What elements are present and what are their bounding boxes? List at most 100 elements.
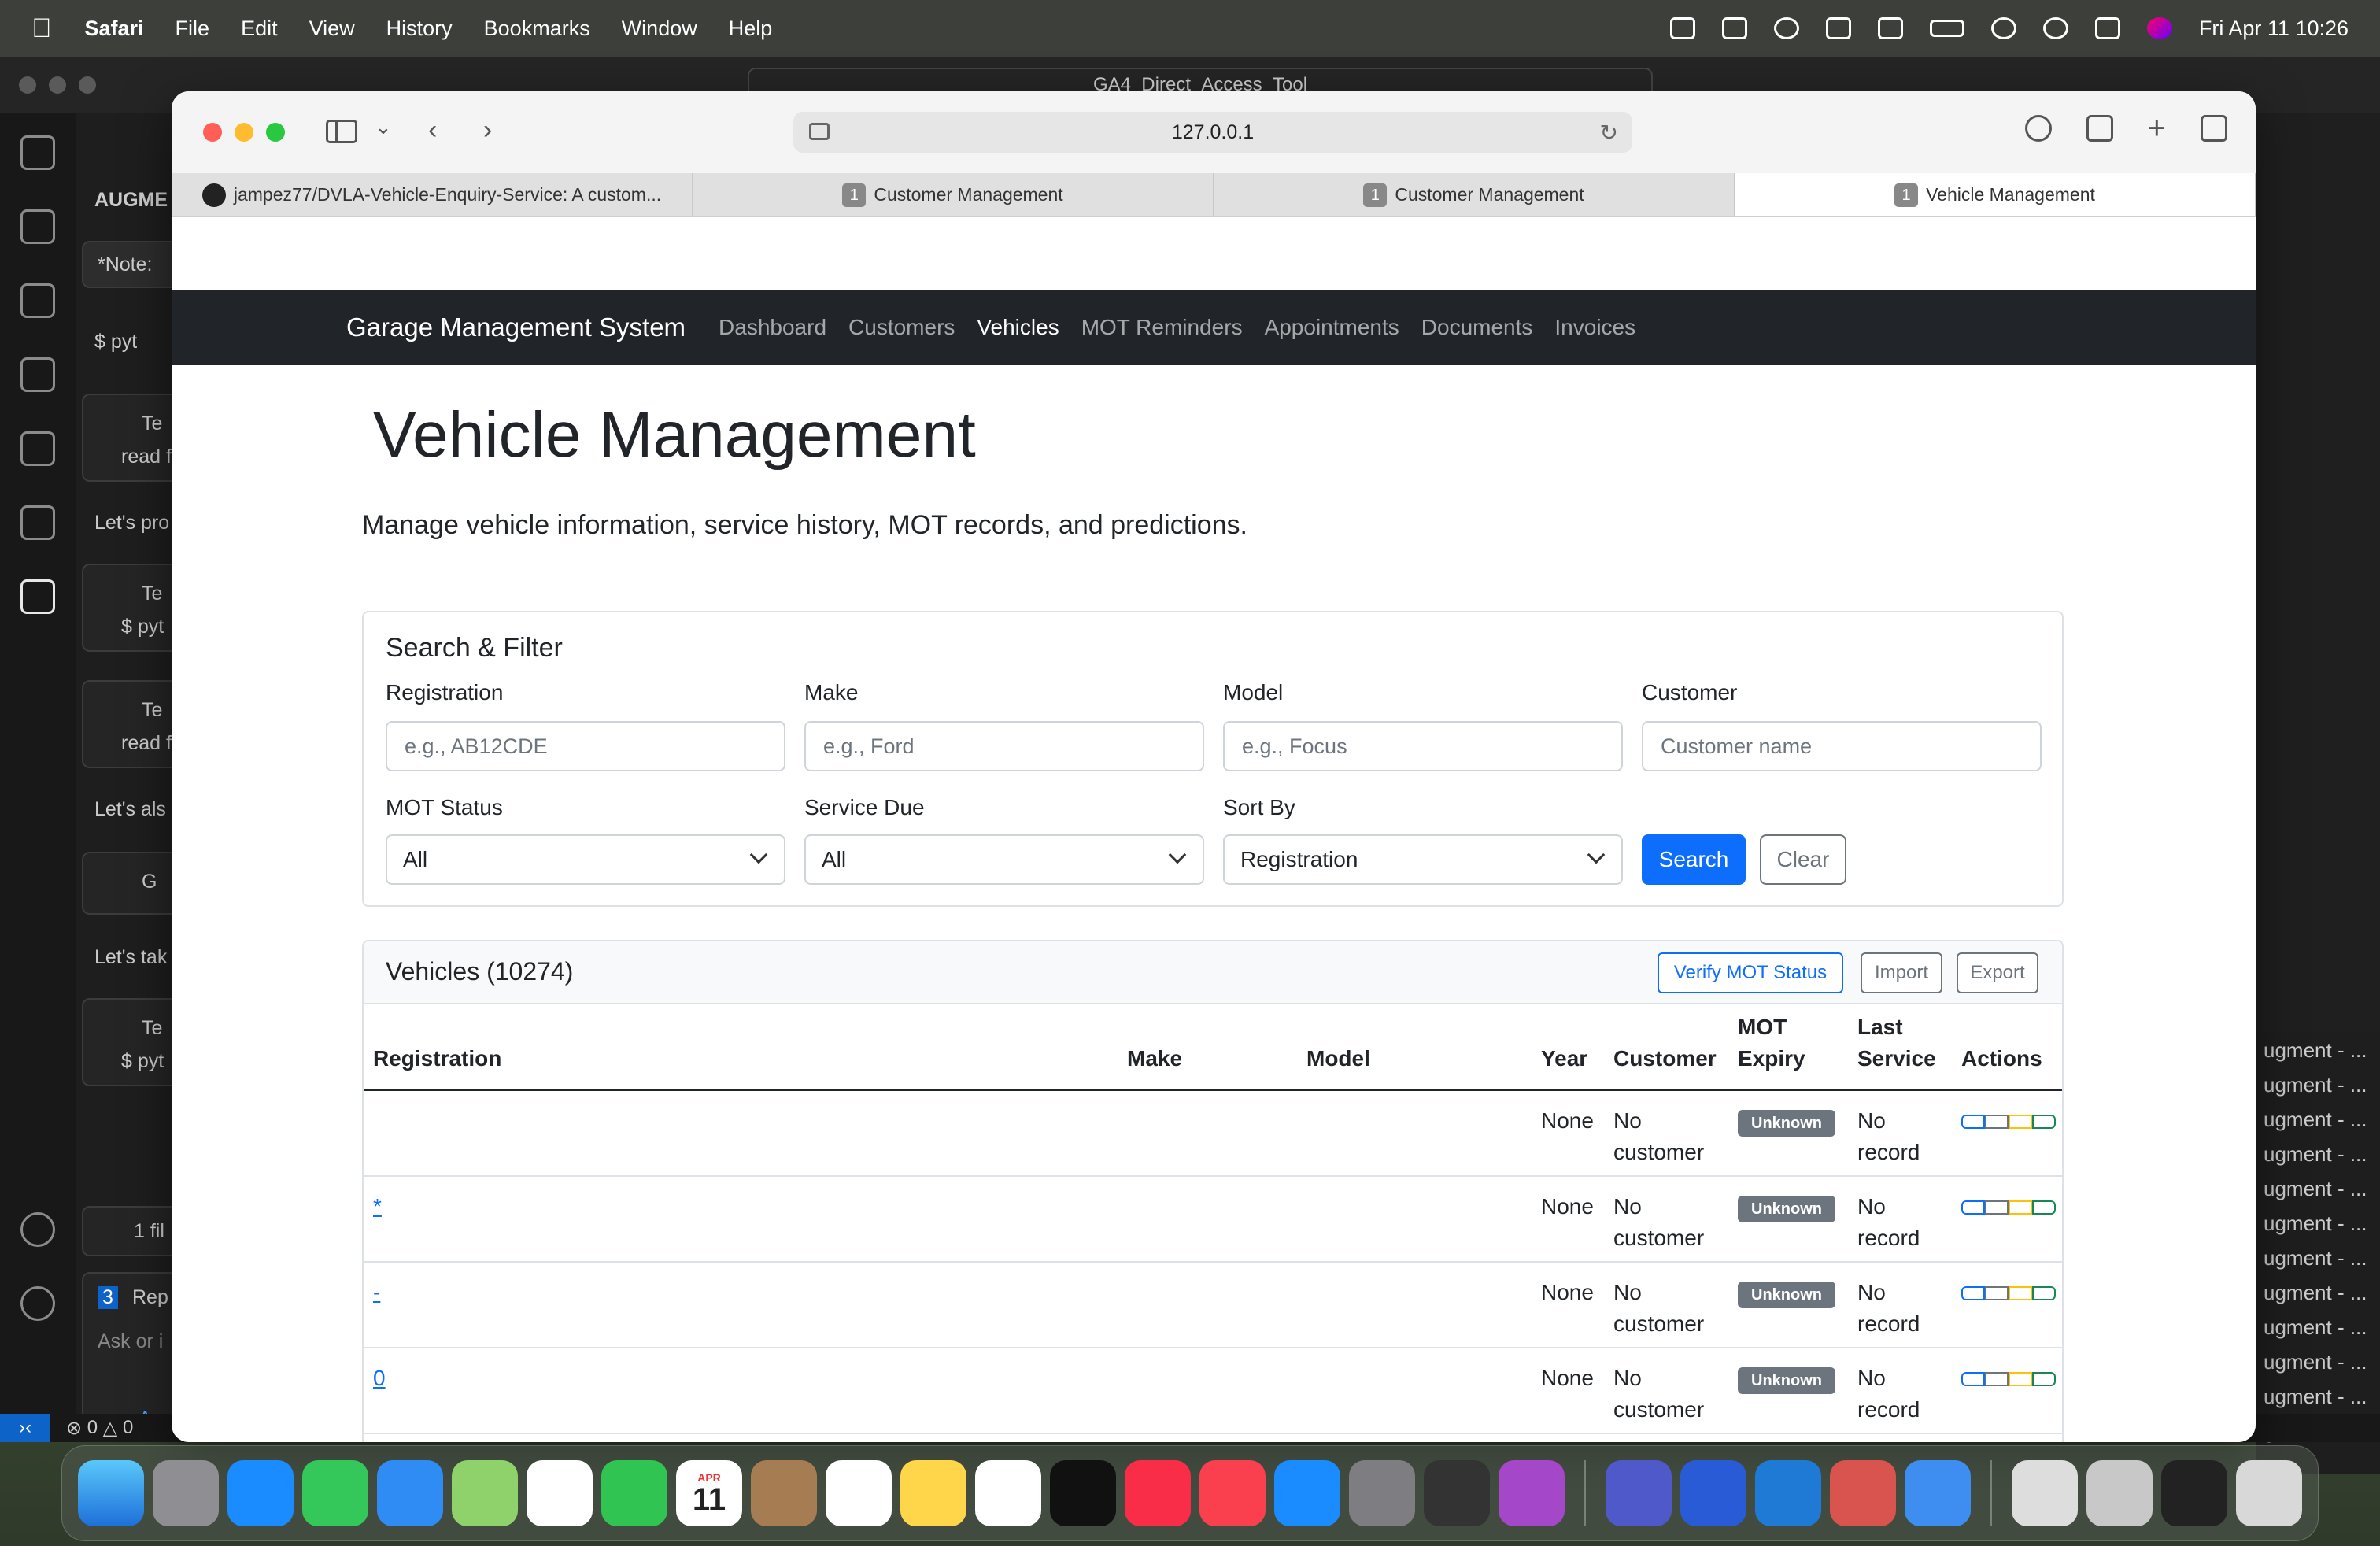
cell-registration[interactable]: * bbox=[373, 1191, 382, 1222]
make-input[interactable]: e.g., Ford bbox=[804, 721, 1204, 771]
downloads-stack-icon[interactable] bbox=[2086, 1460, 2153, 1526]
menu-edit[interactable]: Edit bbox=[241, 17, 278, 41]
apple-menu-icon[interactable]:  bbox=[31, 13, 52, 44]
photos-icon[interactable] bbox=[527, 1460, 593, 1526]
finder-icon[interactable] bbox=[78, 1460, 144, 1526]
tab-overview-icon[interactable] bbox=[2201, 115, 2227, 142]
maps-icon[interactable] bbox=[452, 1460, 518, 1526]
chat-input-card[interactable]: 3 Rep Ask or i Ag bbox=[82, 1272, 178, 1420]
view-button[interactable] bbox=[1961, 1115, 1985, 1129]
edit-button[interactable] bbox=[1985, 1372, 2009, 1386]
freeform-icon[interactable] bbox=[975, 1460, 1041, 1526]
col-make[interactable]: Make bbox=[1127, 1043, 1182, 1074]
view-button[interactable] bbox=[1961, 1286, 1985, 1300]
mot-button[interactable] bbox=[2009, 1200, 2032, 1215]
view-button[interactable] bbox=[1961, 1372, 1985, 1386]
cell-registration[interactable]: - bbox=[373, 1277, 380, 1308]
system-settings-icon[interactable] bbox=[1349, 1460, 1415, 1526]
tab-customer-management[interactable]: 1 Customer Management bbox=[693, 173, 1214, 216]
error-icon[interactable]: ⊗ bbox=[66, 1417, 87, 1440]
teams-status-icon[interactable] bbox=[1773, 17, 1799, 39]
export-button[interactable]: Export bbox=[1957, 952, 2038, 993]
terminal-list-item[interactable]: ugment - ... bbox=[2256, 1137, 2380, 1171]
edit-button[interactable] bbox=[1985, 1115, 2009, 1129]
terminal-list-item[interactable]: ugment - ... bbox=[2256, 1067, 2380, 1102]
terminal-card[interactable]: Te $ pyt bbox=[82, 998, 178, 1086]
vscode-icon[interactable] bbox=[1755, 1460, 1821, 1526]
augment-icon[interactable] bbox=[20, 579, 55, 614]
teams-icon[interactable] bbox=[1606, 1460, 1672, 1526]
model-input[interactable]: e.g., Focus bbox=[1223, 721, 1623, 771]
service-button[interactable] bbox=[2032, 1115, 2056, 1129]
zoom-button[interactable] bbox=[266, 123, 285, 142]
menu-app-name[interactable]: Safari bbox=[85, 17, 144, 41]
vscode-zoom-button[interactable] bbox=[79, 76, 96, 94]
terminal-list-item[interactable]: ugment - ... bbox=[2256, 1344, 2380, 1379]
nav-vehicles[interactable]: Vehicles bbox=[977, 315, 1059, 340]
menu-bar-clock[interactable]: Fri Apr 11 10:26 bbox=[2199, 17, 2349, 41]
image-capture-icon[interactable] bbox=[1825, 17, 1851, 39]
terminal-card[interactable]: Te read f bbox=[82, 680, 178, 768]
contacts-icon[interactable] bbox=[751, 1460, 817, 1526]
sort-by-select[interactable]: Registration bbox=[1223, 834, 1623, 885]
service-button[interactable] bbox=[2032, 1372, 2056, 1386]
address-bar-url[interactable]: 127.0.0.1 bbox=[1172, 121, 1254, 144]
settings-gear-icon[interactable] bbox=[20, 1286, 55, 1321]
service-due-select[interactable]: All bbox=[804, 834, 1204, 885]
menu-file[interactable]: File bbox=[176, 17, 210, 41]
account-icon[interactable] bbox=[20, 1212, 55, 1247]
nav-customers[interactable]: Customers bbox=[848, 315, 955, 340]
minimize-button[interactable] bbox=[235, 123, 253, 142]
vscode-close-button[interactable] bbox=[19, 76, 36, 94]
control-center-icon[interactable] bbox=[2094, 17, 2120, 39]
page-menu-icon[interactable] bbox=[809, 123, 830, 140]
warning-icon[interactable]: △ bbox=[98, 1417, 123, 1440]
remote-indicator-icon[interactable]: ›‹ bbox=[0, 1414, 50, 1442]
back-icon[interactable]: ‹ bbox=[428, 115, 437, 146]
menu-window[interactable]: Window bbox=[622, 17, 697, 41]
col-last-service[interactable]: Last Service bbox=[1857, 1012, 1944, 1074]
registration-link[interactable]: - bbox=[373, 1280, 380, 1304]
service-button[interactable] bbox=[2032, 1286, 2056, 1300]
terminal-list-item[interactable]: ugment - ... bbox=[2256, 1206, 2380, 1241]
facetime-icon[interactable] bbox=[601, 1460, 667, 1526]
terminal-list-item[interactable]: ugment - ... bbox=[2256, 1275, 2380, 1310]
new-tab-icon[interactable]: + bbox=[2148, 113, 2166, 144]
app-store-icon[interactable] bbox=[1274, 1460, 1340, 1526]
nav-appointments[interactable]: Appointments bbox=[1265, 315, 1399, 340]
feedback-assistant-icon[interactable] bbox=[1499, 1460, 1565, 1526]
iphone-mirroring-icon[interactable] bbox=[1424, 1460, 1490, 1526]
reload-icon[interactable]: ↻ bbox=[1600, 120, 1618, 146]
warning-count[interactable]: 0 bbox=[123, 1417, 133, 1439]
spotlight-icon[interactable] bbox=[2042, 17, 2068, 39]
terminal-list-item[interactable]: ugment - ... bbox=[2256, 1310, 2380, 1344]
mot-button[interactable] bbox=[2009, 1115, 2032, 1129]
downloads-icon[interactable] bbox=[2024, 115, 2052, 142]
reminders-icon[interactable] bbox=[826, 1460, 892, 1526]
music-icon[interactable] bbox=[1125, 1460, 1191, 1526]
tab-vehicle-management[interactable]: 1 Vehicle Management bbox=[1735, 173, 2256, 216]
menu-help[interactable]: Help bbox=[729, 17, 773, 41]
run-debug-icon[interactable] bbox=[20, 357, 55, 392]
edit-button[interactable] bbox=[1985, 1200, 2009, 1215]
registration-link[interactable]: * bbox=[373, 1194, 382, 1219]
wifi-icon[interactable] bbox=[1990, 17, 2016, 39]
news-icon[interactable] bbox=[1199, 1460, 1266, 1526]
explorer-icon[interactable] bbox=[20, 135, 55, 170]
files-changed-card[interactable]: 1 fil bbox=[82, 1206, 178, 1256]
terminal-list-item[interactable]: ugment - ... bbox=[2256, 1102, 2380, 1137]
mot-button[interactable] bbox=[2009, 1286, 2032, 1300]
launchpad-icon[interactable] bbox=[153, 1460, 219, 1526]
edit-button[interactable] bbox=[1985, 1286, 2009, 1300]
migration-assistant-icon[interactable] bbox=[1830, 1460, 1896, 1526]
trash-icon[interactable] bbox=[2236, 1460, 2302, 1526]
menu-view[interactable]: View bbox=[309, 17, 355, 41]
verify-mot-status-button[interactable]: Verify MOT Status bbox=[1658, 952, 1843, 993]
share-icon[interactable] bbox=[2086, 115, 2113, 142]
dropbox-icon[interactable] bbox=[1669, 17, 1695, 39]
col-registration[interactable]: Registration bbox=[373, 1043, 501, 1074]
terminal-list-item[interactable]: ugment - ... bbox=[2256, 1033, 2380, 1067]
vscode-minimize-button[interactable] bbox=[49, 76, 66, 94]
tab-group-chevron-icon[interactable]: ⌄ bbox=[375, 115, 392, 139]
display-icon[interactable] bbox=[1877, 17, 1903, 39]
